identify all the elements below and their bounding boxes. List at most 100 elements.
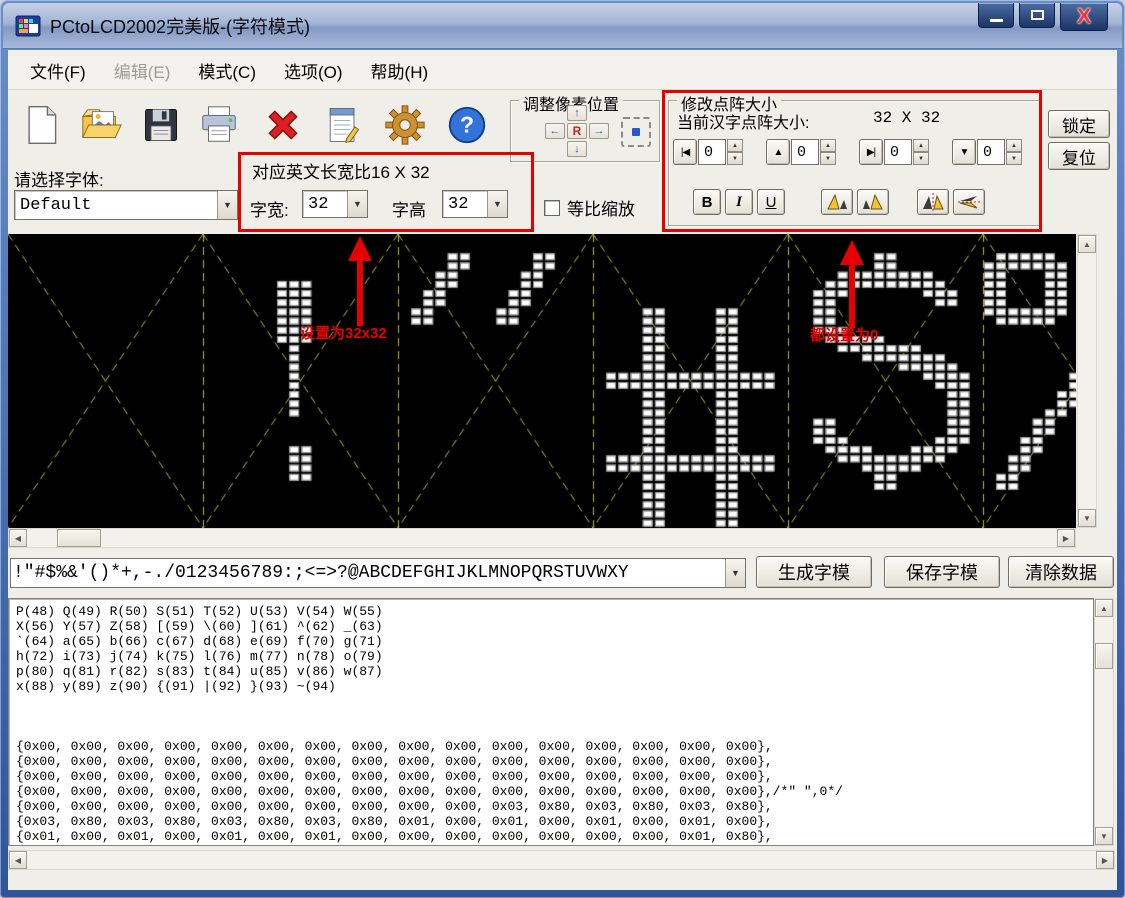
lock-button[interactable]: 锁定 [1048,110,1110,138]
font-combobox[interactable]: Default ▼ [14,190,238,220]
output-text-area[interactable]: P(48) Q(49) R(50) S(51) T(52) U(53) V(54… [8,598,1094,846]
offset-bottom-up-button[interactable]: ▲ [1006,139,1022,152]
output-line: {0x03, 0x80, 0x03, 0x80, 0x03, 0x80, 0x0… [16,814,1093,829]
charset-dropdown-button[interactable]: ▼ [725,559,745,587]
scroll-up-button[interactable]: ▲ [1095,599,1113,617]
italic-icon: I [736,194,742,211]
charset-input[interactable] [11,559,725,587]
scroll-right-button[interactable]: ▶ [1057,529,1075,547]
rotate-left-icon [825,192,849,212]
output-line: {0x00, 0x00, 0x00, 0x00, 0x00, 0x00, 0x0… [16,799,1093,814]
rotate-left-button[interactable] [821,189,853,215]
font-dropdown-button[interactable]: ▼ [217,191,237,219]
down-arrow-icon: ▼ [918,156,924,162]
offset-left-down-button[interactable]: ▼ [727,152,743,165]
canvas-hscrollbar[interactable]: ◀ ▶ [8,528,1076,548]
output-line [16,694,1093,709]
checkbox-box[interactable] [544,200,560,216]
bold-button[interactable]: B [693,189,721,215]
reset-button-label: 复位 [1062,144,1096,169]
clear-data-label: 清除数据 [1025,559,1097,585]
char-height-value: 32 [443,191,487,217]
menu-item-file[interactable]: 文件(F) [16,56,100,90]
minimize-button[interactable] [978,3,1014,28]
char-width-dropdown-button[interactable]: ▼ [347,191,367,217]
up-arrow-icon: ▲ [1083,240,1091,249]
proportional-scale-checkbox[interactable]: 等比缩放 [544,195,635,220]
menu-item-help[interactable]: 帮助(H) [357,56,443,90]
generate-font-button[interactable]: 生成字模 [756,556,872,588]
output-vscrollbar[interactable]: ▲ ▼ [1094,598,1114,846]
scroll-right-button[interactable]: ▶ [1096,851,1114,869]
titlebar[interactable]: PCtoLCD2002完美版-(字符模式) X [3,3,1122,49]
lcd-preview-canvas[interactable] [8,234,1076,528]
toolbar-delete-button[interactable] [260,102,306,148]
underline-button[interactable]: U [757,189,785,215]
new-document-icon [20,104,62,146]
scroll-down-button[interactable]: ▼ [1095,827,1113,845]
offset-left-icon-button[interactable]: |◀ [673,139,697,165]
scroll-thumb[interactable] [57,529,101,547]
center-position-button[interactable] [621,117,651,147]
offset-top-down-button[interactable]: ▼ [820,152,836,165]
offset-left-up-button[interactable]: ▲ [727,139,743,152]
scroll-left-button[interactable]: ◀ [9,851,27,869]
rotate-right-icon [861,192,885,212]
offset-top-up-button[interactable]: ▲ [820,139,836,152]
offset-bottom-value[interactable]: 0 [977,139,1005,165]
move-right-button[interactable]: → [589,123,609,139]
toolbar-help-button[interactable]: ? [444,102,490,148]
offset-top-icon-button[interactable]: ▲ [766,139,790,165]
offset-bottom-down-button[interactable]: ▼ [1006,152,1022,165]
chevron-down-icon: ▼ [493,199,502,209]
charset-combobox: ▼ [10,558,746,588]
offset-right-value[interactable]: 0 [884,139,912,165]
reset-position-button[interactable]: R [567,123,587,139]
floppy-save-icon [140,104,182,146]
char-height-dropdown-button[interactable]: ▼ [487,191,507,217]
offset-right-up-button[interactable]: ▲ [913,139,929,152]
scroll-left-button[interactable]: ◀ [9,529,27,547]
italic-button[interactable]: I [725,189,753,215]
offset-bottom-spinner: ▲ ▼ [1006,139,1022,165]
char-width-combobox[interactable]: 32 ▼ [302,190,368,218]
reset-button[interactable]: 复位 [1048,142,1110,170]
notepad-icon [322,104,364,146]
right-arrow-icon: → [594,126,605,137]
printer-icon [197,103,241,147]
output-line [16,724,1093,739]
menubar: 文件(F) 编辑(E) 模式(C) 选项(O) 帮助(H) [8,56,1117,90]
maximize-button[interactable] [1019,3,1055,28]
bottom-hscrollbar[interactable]: ◀ ▶ [8,850,1115,870]
offset-bottom-icon-button[interactable]: ▼ [952,139,976,165]
menu-item-options[interactable]: 选项(O) [270,56,357,90]
move-up-button[interactable]: ↑ [567,105,587,121]
move-left-button[interactable]: ← [545,123,565,139]
offset-left-value[interactable]: 0 [698,139,726,165]
offset-right-down-button[interactable]: ▼ [913,152,929,165]
menu-item-mode[interactable]: 模式(C) [184,56,270,90]
toolbar-settings-button[interactable] [382,102,428,148]
toolbar-notepad-button[interactable] [320,102,366,148]
flip-vertical-button[interactable] [953,189,985,215]
toolbar-new-button[interactable] [18,102,64,148]
close-button[interactable]: X [1060,3,1108,31]
left-arrow-icon: ◀ [15,856,21,865]
rotate-right-button[interactable] [857,189,889,215]
output-line: {0x00, 0x00, 0x00, 0x00, 0x00, 0x00, 0x0… [16,739,1093,754]
scroll-thumb[interactable] [1095,643,1113,669]
scroll-up-button[interactable]: ▲ [1078,235,1096,253]
flip-horizontal-button[interactable] [917,189,949,215]
toolbar-open-button[interactable] [78,102,124,148]
move-down-button[interactable]: ↓ [567,141,587,157]
char-height-combobox[interactable]: 32 ▼ [442,190,508,218]
canvas-vscrollbar[interactable]: ▲ ▼ [1077,234,1097,528]
toolbar-save-button[interactable] [138,102,184,148]
scroll-down-button[interactable]: ▼ [1078,509,1096,527]
offset-top-value[interactable]: 0 [791,139,819,165]
clear-data-button[interactable]: 清除数据 [1008,556,1114,588]
menu-item-edit[interactable]: 编辑(E) [100,56,185,90]
toolbar-print-button[interactable] [196,102,242,148]
offset-right-icon-button[interactable]: ▶| [859,139,883,165]
save-font-button[interactable]: 保存字模 [884,556,1000,588]
